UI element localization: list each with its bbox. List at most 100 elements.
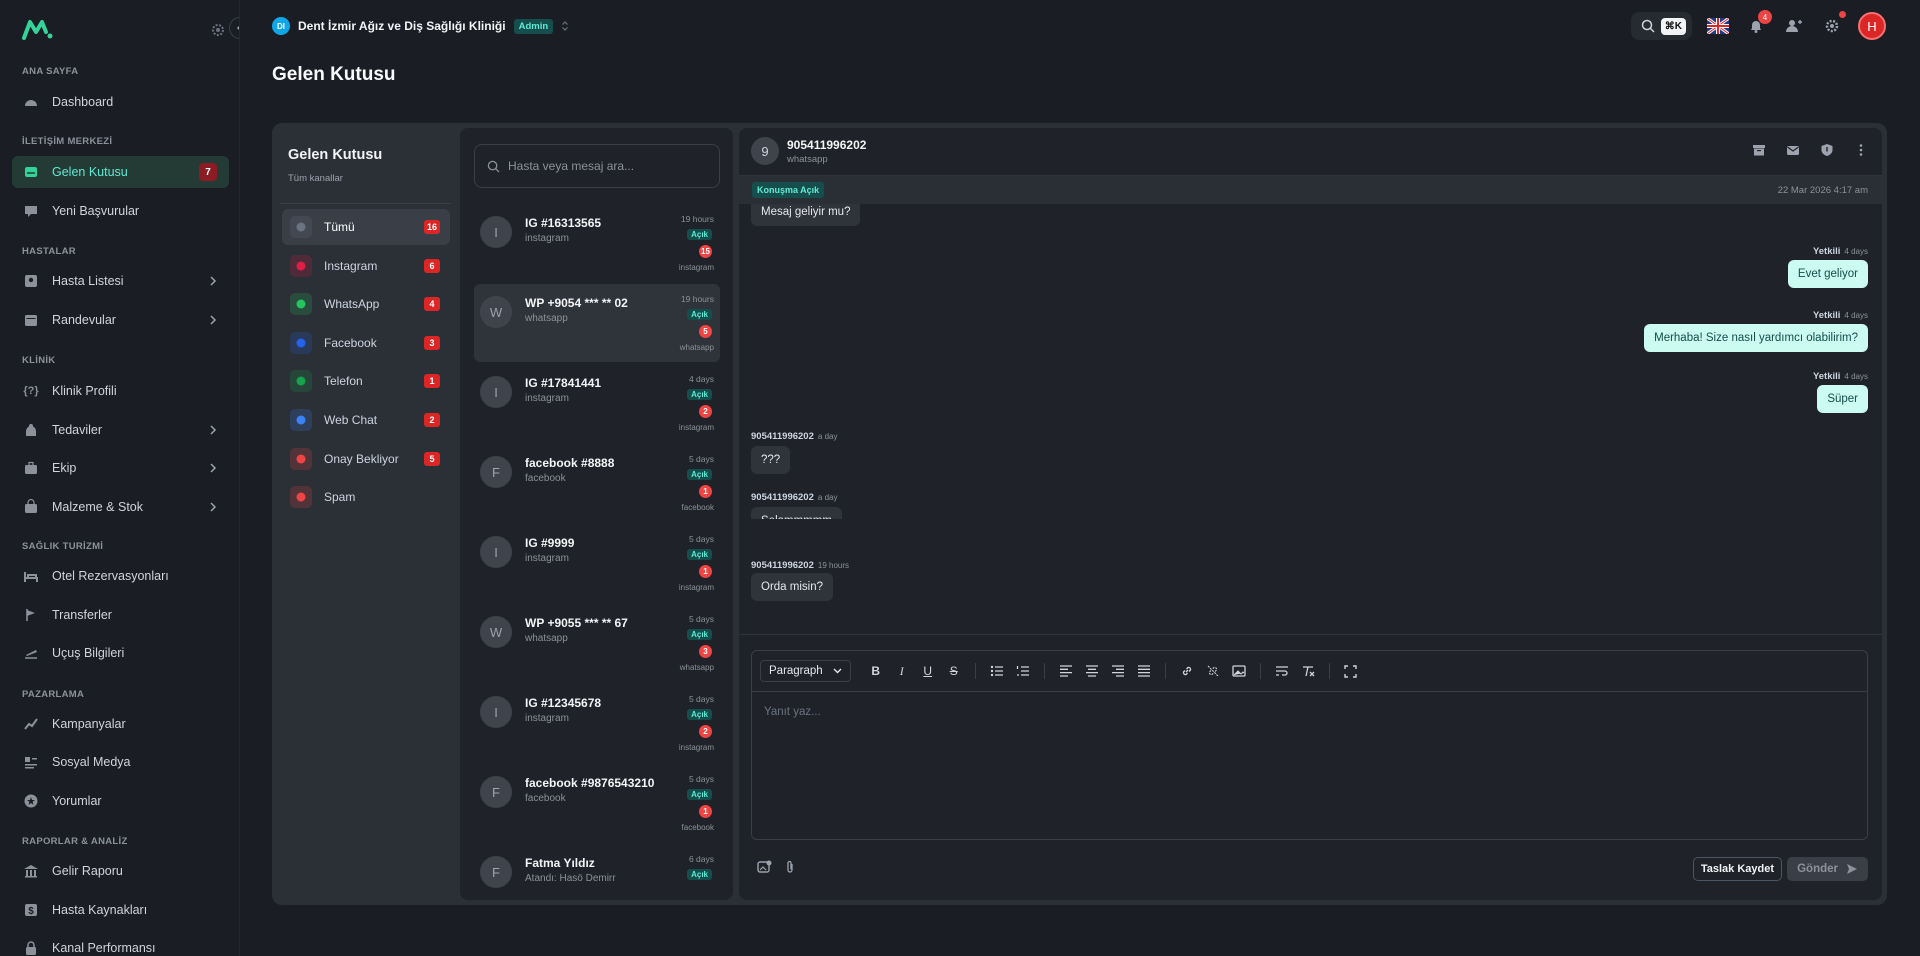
channel-label: Tümü	[324, 220, 355, 234]
settings-icon[interactable]	[210, 22, 226, 38]
bullet-list-icon[interactable]	[986, 660, 1008, 682]
more-vertical-icon[interactable]	[1854, 143, 1868, 157]
whatsapp-icon	[290, 293, 312, 316]
conversation-item[interactable]: I IG #9999 instagram 5 days Açık 1 instagram	[474, 524, 720, 602]
conversation-channel: facebook	[681, 503, 714, 512]
unlink-icon[interactable]	[1202, 660, 1224, 682]
nav-label: Otel Rezervasyonları	[52, 569, 169, 583]
save-draft-button[interactable]: Taslak Kaydet	[1692, 857, 1782, 881]
nav-dashboard[interactable]: Dashboard	[12, 86, 229, 118]
image-icon[interactable]	[1228, 660, 1250, 682]
nav-hotels[interactable]: Otel Rezervasyonları	[12, 560, 229, 592]
clinic-switcher[interactable]: DI Dent İzmir Ağız ve Diş Sağlığı Kliniğ…	[272, 17, 569, 35]
strikethrough-icon[interactable]: S	[943, 660, 965, 682]
align-left-icon[interactable]	[1055, 660, 1077, 682]
conversation-item[interactable]: Ffacebook #8888 facebook 5 days Açık 1 facebo…	[474, 444, 720, 522]
channel-filter-item[interactable]: Facebook 3	[282, 325, 450, 361]
channel-filter-item[interactable]: Telefon 1	[282, 363, 450, 399]
social-icon	[22, 753, 40, 771]
send-button[interactable]: Gönder	[1787, 857, 1868, 881]
nav-campaigns[interactable]: Kampanyalar	[12, 708, 229, 740]
quick-reply-icon[interactable]	[757, 860, 772, 874]
bold-icon[interactable]: B	[865, 660, 887, 682]
archive-icon[interactable]	[1752, 143, 1766, 157]
nav-channel-performance[interactable]: Kanal Performansı	[12, 932, 229, 956]
conversation-list: Hasta veya mesaj ara... I IG #16313565 ins…	[460, 128, 733, 900]
conversation-status-badge: Açık	[687, 869, 712, 880]
shield-icon[interactable]	[1820, 143, 1834, 157]
channel-filter-item[interactable]: Onay Bekliyor 5	[282, 441, 450, 477]
nav-appointments[interactable]: Randevular	[12, 304, 229, 336]
notifications-button[interactable]: 4	[1744, 10, 1772, 38]
page-title: Gelen Kutusu	[272, 64, 396, 85]
svg-text:$: $	[28, 906, 34, 917]
channel-count-badge: 3	[424, 335, 440, 350]
conversation-item[interactable]: W WP +9054 *** ** 02 whatsapp 19 hours Açık 5…	[474, 284, 720, 362]
message-bubble-incoming: Selammmmm	[751, 507, 842, 519]
language-flag-icon[interactable]	[1706, 14, 1730, 38]
conversation-item[interactable]: F Fatma Yıldız Atandı: Hasö Demirr 6 days Aç…	[474, 844, 720, 900]
conversation-item[interactable]: I IG #16313565 instagram 19 hours Açık 15 inst…	[474, 204, 720, 282]
web-chat-icon	[290, 409, 312, 431]
paperclip-icon[interactable]	[784, 860, 796, 874]
align-center-icon[interactable]	[1081, 660, 1103, 682]
conversation-item[interactable]: I IG #12345678 instagram 5 days Açık 2 instagr…	[474, 684, 720, 762]
nav-social-media[interactable]: Sosyal Medya	[12, 746, 229, 778]
nav-transfers[interactable]: Transferler	[12, 599, 229, 631]
nav-clinic-profile[interactable]: {?} Klinik Profili	[12, 375, 229, 407]
app-logo[interactable]	[22, 18, 54, 40]
nav-inbox[interactable]: Gelen Kutusu 7	[12, 156, 229, 188]
nav-flights[interactable]: Uçuş Bilgileri	[12, 637, 229, 669]
global-search-button[interactable]: ⌘K	[1630, 12, 1692, 40]
channel-filter-item[interactable]: Spam	[282, 479, 450, 515]
nav-label: Uçuş Bilgileri	[52, 646, 125, 660]
conversation-search-input[interactable]: Hasta veya mesaj ara...	[474, 144, 720, 188]
conversation-item[interactable]: I IG #17841441 instagram 4 days Açık 2 instagr…	[474, 364, 720, 442]
align-right-icon[interactable]	[1107, 660, 1129, 682]
conversation-avatar: F	[480, 456, 512, 488]
toolbar-separator	[1328, 663, 1330, 679]
conversation-item[interactable]: W WP +9055 *** ** 67 whatsapp 5 days Açık 3 wh…	[474, 604, 720, 682]
wrap-text-icon[interactable]	[1271, 660, 1293, 682]
channel-filter-item[interactable]: WhatsApp 4	[282, 286, 450, 322]
collapse-sidebar-button[interactable]	[229, 17, 239, 39]
channel-filter-item[interactable]: Tümü 16	[282, 209, 450, 245]
nav-label: Randevular	[52, 313, 116, 327]
nav-patient-list[interactable]: Hasta Listesi	[12, 265, 229, 297]
numbered-list-icon[interactable]	[1012, 660, 1034, 682]
user-avatar[interactable]: H	[1858, 12, 1886, 40]
mail-icon[interactable]	[1786, 143, 1800, 157]
conversation-date: 22 Mar 2026 4:17 am	[1777, 184, 1868, 196]
nav-treatments[interactable]: Tedaviler	[12, 414, 229, 446]
conversation-status-badge: Açık	[687, 789, 712, 800]
nav-reviews[interactable]: Yorumlar	[12, 785, 229, 817]
clear-format-icon[interactable]	[1297, 660, 1319, 682]
underline-icon[interactable]: U	[917, 660, 939, 682]
send-icon	[1846, 863, 1858, 875]
nav-applications[interactable]: Yeni Başvurular	[12, 195, 229, 227]
link-icon[interactable]	[1176, 660, 1198, 682]
unread-count-badge: 1	[699, 805, 712, 818]
nav-label: Kampanyalar	[52, 717, 126, 731]
nav-label: Malzeme & Stok	[52, 500, 144, 514]
nav-stock[interactable]: Malzeme & Stok	[12, 491, 229, 523]
unread-count-badge: 2	[699, 405, 712, 418]
conversation-status-badge: Açık	[687, 549, 712, 560]
conversation-status-badge: Açık	[687, 469, 712, 480]
block-type-select[interactable]: Paragraph	[760, 660, 851, 682]
channel-filter-item[interactable]: Instagram 6	[282, 248, 450, 284]
nav-income-report[interactable]: Gelir Raporu	[12, 855, 229, 887]
align-justify-icon[interactable]	[1133, 660, 1155, 682]
users-icon[interactable]	[1782, 14, 1806, 38]
conversation-item[interactable]: Ffacebook #9876543210 facebook 5 days Açık 1…	[474, 764, 720, 842]
channel-filter-item[interactable]: Web Chat 2	[282, 402, 450, 438]
chat-panel: 9 905411996202 whatsapp Konuşma Açık 22 …	[739, 128, 1882, 900]
channel-count-badge: 6	[424, 258, 440, 273]
message-bubble-outgoing: Evet geliyor	[1787, 260, 1868, 288]
settings-gear-icon[interactable]	[1820, 11, 1846, 38]
nav-patient-sources[interactable]: $ Hasta Kaynakları	[12, 894, 229, 926]
italic-icon[interactable]: I	[891, 660, 913, 682]
fullscreen-icon[interactable]	[1340, 660, 1362, 682]
reply-input[interactable]: Yanıt yaz...	[764, 706, 821, 718]
nav-team[interactable]: Ekip	[12, 452, 229, 484]
